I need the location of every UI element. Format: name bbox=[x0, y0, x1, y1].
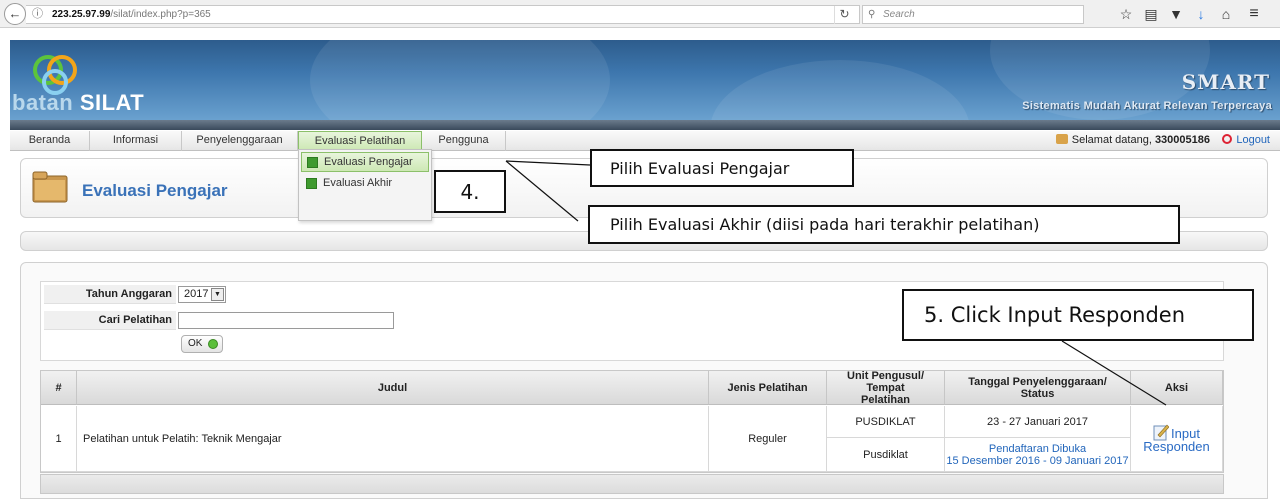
address-bar[interactable]: ⓘ 223.25.97.99/silat/index.php?p=365 bbox=[26, 5, 860, 24]
status-period: 15 Desember 2016 - 09 Januari 2017 bbox=[946, 454, 1129, 467]
bookmark-star-icon[interactable]: ☆ bbox=[1118, 6, 1134, 22]
input-responden-link[interactable]: Input Responden bbox=[1131, 423, 1222, 454]
user-icon bbox=[1055, 134, 1068, 144]
smart-subtitle: Sistematis Mudah Akurat Relevan Terperca… bbox=[1022, 100, 1272, 112]
brand-name: batan SILAT bbox=[12, 90, 145, 115]
menu-item-evaluasi-akhir[interactable]: Evaluasi Akhir bbox=[301, 174, 429, 194]
menu-icon[interactable]: ≡ bbox=[1246, 6, 1262, 22]
row-title: Pelatihan untuk Pelatih: Teknik Mengajar bbox=[77, 406, 709, 472]
row-unit: PUSDIKLAT bbox=[827, 406, 945, 438]
chevron-down-icon: ▼ bbox=[211, 288, 224, 301]
user-id: 330005186 bbox=[1154, 134, 1210, 146]
row-type: Reguler bbox=[709, 406, 827, 472]
main-nav: Beranda Informasi Penyelenggaraan Evalua… bbox=[10, 131, 1280, 151]
nav-penyelenggaraan[interactable]: Penyelenggaraan bbox=[182, 131, 298, 151]
annotation-step5: 5. Click Input Responden bbox=[902, 289, 1254, 341]
status-text[interactable]: Pendaftaran Dibuka bbox=[989, 443, 1086, 455]
nav-pengguna[interactable]: Pengguna bbox=[422, 131, 506, 151]
col-header-unit: Unit Pengusul/ Tempat Pelatihan bbox=[827, 370, 945, 406]
url-path: /silat/index.php?p=365 bbox=[110, 9, 211, 20]
menu-item-evaluasi-pengajar[interactable]: Evaluasi Pengajar bbox=[301, 152, 429, 172]
power-icon bbox=[1222, 134, 1233, 144]
menu-item-icon bbox=[307, 157, 318, 168]
search-label: Cari Pelatihan bbox=[44, 311, 176, 330]
smart-title: SMART bbox=[1181, 70, 1270, 94]
search-icon: ⚲ bbox=[868, 9, 876, 20]
nav-beranda[interactable]: Beranda bbox=[10, 131, 90, 151]
browser-toolbar: ← ⓘ 223.25.97.99/silat/index.php?p=365 ↻… bbox=[0, 0, 1280, 28]
annotation-step4: 4. bbox=[434, 170, 506, 213]
col-header-judul: Judul bbox=[77, 371, 709, 405]
year-select[interactable]: 2017 ▼ bbox=[178, 286, 226, 303]
url-host: 223.25.97.99/silat/index.php?p=365 bbox=[52, 9, 211, 20]
pocket-icon[interactable]: ▼ bbox=[1168, 6, 1184, 22]
year-label: Tahun Anggaran bbox=[44, 285, 176, 304]
search-pelatihan-input[interactable] bbox=[178, 312, 394, 329]
reading-list-icon[interactable]: ▤ bbox=[1143, 6, 1159, 22]
folder-icon bbox=[32, 171, 68, 203]
go-icon bbox=[208, 339, 218, 349]
nav-informasi[interactable]: Informasi bbox=[90, 131, 182, 151]
back-arrow-icon[interactable]: ← bbox=[4, 3, 26, 25]
browser-search-input[interactable]: ⚲ Search bbox=[862, 5, 1084, 24]
site-header: batan SILAT SMART Sistematis Mudah Akura… bbox=[10, 40, 1280, 120]
row-no: 1 bbox=[41, 406, 77, 472]
batan-logo-icon bbox=[33, 55, 77, 95]
row-place: Pusdiklat bbox=[827, 438, 945, 472]
annotation-pilih-akhir: Pilih Evaluasi Akhir (diisi pada hari te… bbox=[588, 205, 1180, 244]
welcome-text: Selamat datang, 330005186 bbox=[1055, 131, 1210, 150]
header-stripe bbox=[10, 120, 1280, 130]
evaluasi-dropdown-menu: Evaluasi Pengajar Evaluasi Akhir bbox=[298, 149, 432, 221]
col-header-jenis: Jenis Pelatihan bbox=[709, 371, 827, 405]
search-placeholder: Search bbox=[883, 9, 915, 20]
col-header-no: # bbox=[41, 371, 77, 405]
info-icon[interactable]: ⓘ bbox=[32, 6, 43, 23]
ok-button[interactable]: OK bbox=[181, 335, 223, 353]
home-icon[interactable]: ⌂ bbox=[1218, 6, 1234, 22]
menu-item-icon bbox=[306, 178, 317, 189]
page-title: Evaluasi Pengajar bbox=[82, 181, 228, 200]
logout-link[interactable]: Logout bbox=[1222, 131, 1270, 150]
row-date: 23 - 27 Januari 2017 bbox=[945, 406, 1131, 438]
reload-icon[interactable]: ↻ bbox=[834, 6, 854, 24]
col-header-tanggal: Tanggal Penyelenggaraan/ Status bbox=[945, 371, 1131, 405]
row-status[interactable]: Pendaftaran Dibuka 15 Desember 2016 - 09… bbox=[945, 438, 1131, 472]
nav-evaluasi-pelatihan[interactable]: Evaluasi Pelatihan bbox=[298, 131, 422, 151]
col-header-aksi: Aksi bbox=[1131, 371, 1223, 405]
row-action-cell: Input Responden bbox=[1131, 406, 1223, 472]
table-footer bbox=[40, 474, 1224, 494]
download-icon[interactable]: ↓ bbox=[1193, 6, 1209, 22]
annotation-pilih-pengajar: Pilih Evaluasi Pengajar bbox=[590, 149, 854, 187]
